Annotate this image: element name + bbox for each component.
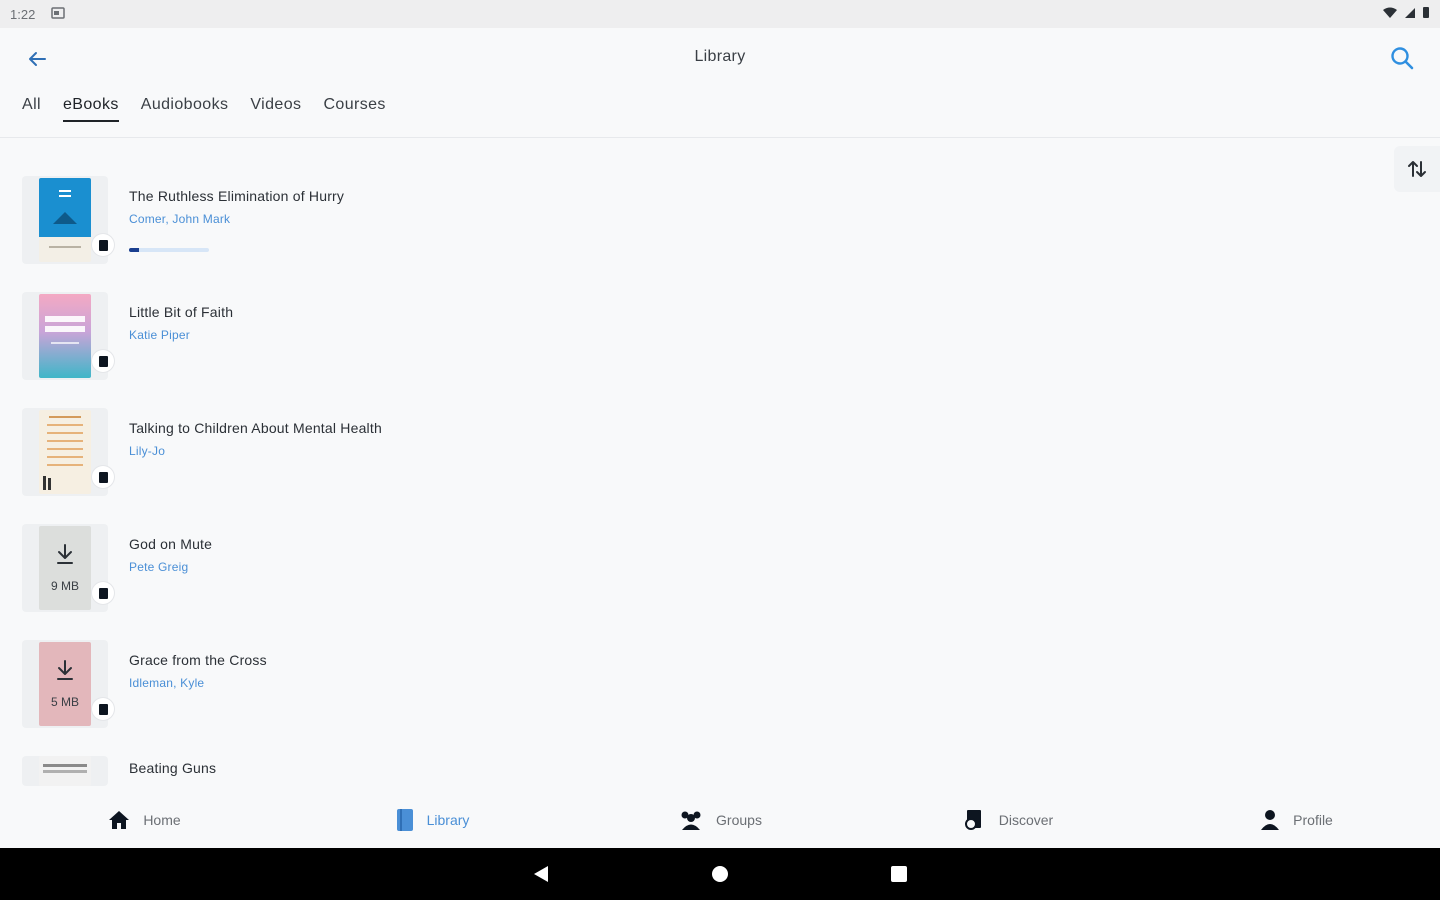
search-icon: [1391, 47, 1414, 70]
notification-icon: [51, 6, 66, 22]
tab-ebooks[interactable]: eBooks: [62, 96, 119, 122]
sort-button[interactable]: [1394, 146, 1440, 192]
nav-discover[interactable]: Discover: [864, 792, 1152, 848]
list-item[interactable]: 5 MB Grace from the Cross Idleman, Kyle: [22, 640, 1322, 756]
book-icon: [98, 703, 108, 715]
book-title: The Ruthless Elimination of Hurry: [129, 188, 345, 204]
wifi-icon: [1382, 7, 1398, 22]
triangle-back-icon: [534, 866, 548, 882]
page-title: Library: [694, 48, 746, 65]
nav-groups-label: Groups: [716, 812, 762, 828]
book-cover: 5 MB: [22, 640, 114, 728]
library-book-icon: [396, 809, 413, 831]
groups-icon: [681, 811, 701, 830]
book-author[interactable]: Katie Piper: [129, 328, 233, 342]
battery-icon: [1422, 6, 1430, 22]
status-time: 1:22: [10, 6, 36, 22]
download-overlay[interactable]: 9 MB: [39, 526, 91, 610]
nav-library-label: Library: [426, 812, 470, 828]
ebook-list: The Ruthless Elimination of Hurry Comer,…: [22, 176, 1322, 786]
book-icon: [98, 587, 108, 599]
list-item[interactable]: Little Bit of Faith Katie Piper: [22, 292, 1322, 408]
ebook-format-badge: [92, 350, 114, 372]
nav-discover-label: Discover: [998, 812, 1054, 828]
ebook-format-badge: [92, 466, 114, 488]
system-recents-button[interactable]: [890, 865, 908, 883]
ebook-format-badge: [92, 582, 114, 604]
nav-library[interactable]: Library: [288, 792, 576, 848]
circle-home-icon: [712, 866, 728, 882]
app-header: Library All eBooks Audiobooks Videos Cou…: [0, 28, 1440, 138]
nav-home-label: Home: [143, 812, 181, 828]
book-cover: [22, 408, 114, 496]
system-navigation-bar: [0, 848, 1440, 900]
book-title: Grace from the Cross: [129, 652, 267, 668]
book-cover: [22, 292, 114, 380]
ebook-format-badge: [92, 698, 114, 720]
list-item[interactable]: 9 MB God on Mute Pete Greig: [22, 524, 1322, 640]
book-cover: 9 MB: [22, 524, 114, 612]
book-author[interactable]: Pete Greig: [129, 560, 212, 574]
book-title: Talking to Children About Mental Health: [129, 420, 382, 436]
book-title: Little Bit of Faith: [129, 304, 234, 320]
book-icon: [98, 355, 108, 367]
book-icon: [98, 239, 108, 251]
search-button[interactable]: [1386, 42, 1418, 74]
download-icon: [57, 660, 73, 680]
square-recents-icon: [891, 866, 907, 882]
ebook-format-badge: [92, 234, 114, 256]
book-title: God on Mute: [129, 536, 213, 552]
download-icon: [57, 544, 73, 564]
book-icon: [98, 471, 108, 483]
nav-profile-label: Profile: [1293, 812, 1333, 828]
list-item[interactable]: The Ruthless Elimination of Hurry Comer,…: [22, 176, 1322, 292]
profile-icon: [1261, 810, 1280, 830]
tab-courses[interactable]: Courses: [323, 96, 385, 122]
signal-icon: [1404, 7, 1416, 22]
tab-audiobooks[interactable]: Audiobooks: [141, 96, 229, 122]
book-author[interactable]: Comer, John Mark: [129, 212, 344, 226]
download-size: 5 MB: [50, 695, 79, 709]
book-cover: [22, 756, 108, 786]
sort-arrows-icon: [1408, 161, 1426, 177]
home-icon: [109, 811, 130, 829]
status-bar: 1:22: [0, 0, 1440, 28]
book-author[interactable]: Idleman, Kyle: [129, 676, 267, 690]
system-back-button[interactable]: [532, 864, 550, 884]
download-overlay[interactable]: 5 MB: [39, 642, 91, 726]
tab-all[interactable]: All: [22, 96, 41, 122]
list-item[interactable]: Talking to Children About Mental Health …: [22, 408, 1322, 524]
book-author[interactable]: Lily-Jo: [129, 444, 382, 458]
bottom-navigation: Home Library Groups Discover Profile: [0, 792, 1440, 848]
book-cover: [22, 176, 114, 264]
content-type-tabs: All eBooks Audiobooks Videos Courses: [22, 96, 408, 122]
reading-progress-bar: [129, 248, 209, 252]
download-size: 9 MB: [50, 579, 79, 593]
nav-home[interactable]: Home: [0, 792, 288, 848]
system-home-button[interactable]: [710, 864, 730, 884]
nav-profile[interactable]: Profile: [1152, 792, 1440, 848]
nav-groups[interactable]: Groups: [576, 792, 864, 848]
list-item[interactable]: Beating Guns: [22, 756, 1322, 786]
book-title: Beating Guns: [129, 760, 217, 776]
discover-icon: [964, 810, 981, 830]
tab-videos[interactable]: Videos: [250, 96, 301, 122]
